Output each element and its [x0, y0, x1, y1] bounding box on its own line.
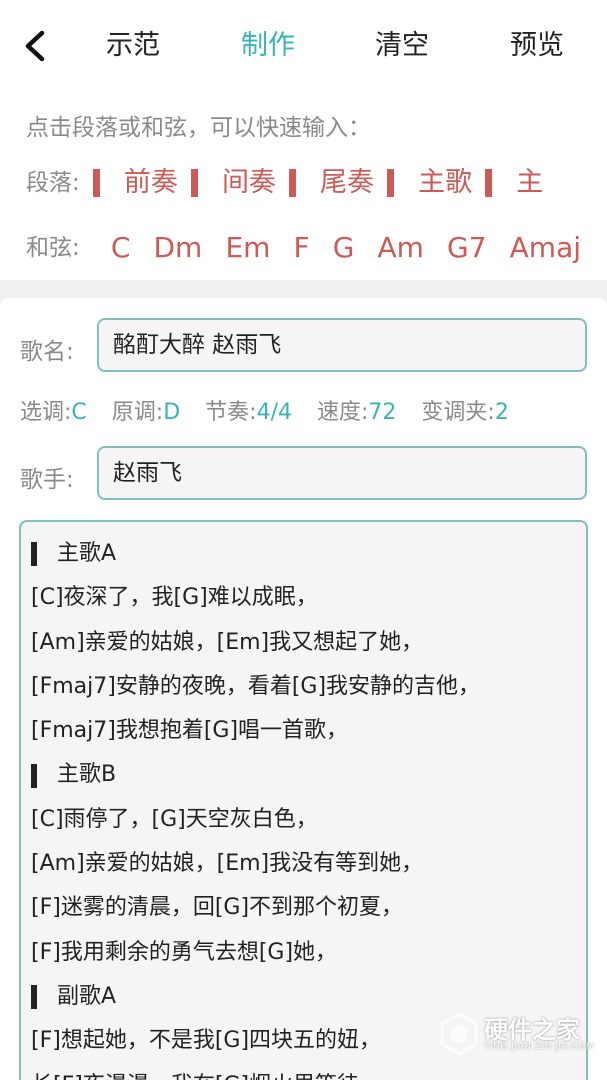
- segment-button[interactable]: 前奏: [124, 161, 178, 205]
- lyric-section-header: 主歌A: [31, 532, 576, 576]
- tab-make[interactable]: 制作: [241, 26, 295, 66]
- singer-label: 歌手:: [20, 467, 74, 493]
- segment-marker-icon: [387, 168, 395, 197]
- segment-button[interactable]: 主: [516, 161, 543, 205]
- lyric-line: [Fmaj7]我想抱着[G]唱一首歌，: [31, 718, 349, 744]
- chord-button[interactable]: Dm: [154, 225, 203, 271]
- top-bar: 示范 制作 清空 预览: [0, 0, 607, 94]
- lyric-line: [F]我用剩余的勇气去想[G]她，: [31, 939, 338, 965]
- song-meta-row: 选调:C 原调:D 节奏:4/4 速度:72 变调夹:2: [20, 394, 509, 426]
- segment-marker-icon: [485, 168, 493, 197]
- original-key-label: 原调:: [111, 400, 164, 425]
- key-value[interactable]: C: [71, 400, 86, 425]
- original-key-value[interactable]: D: [163, 400, 180, 425]
- quick-input-hint: 点击段落或和弦，可以快速输入：: [26, 115, 371, 141]
- lyric-line: [C]夜深了，我[G]难以成眠，: [31, 585, 318, 611]
- song-name-input[interactable]: 酩酊大醉 赵雨飞: [97, 318, 587, 372]
- segment-button[interactable]: 尾奏: [320, 161, 374, 205]
- song-name-label: 歌名:: [20, 339, 74, 365]
- chord-button[interactable]: Am: [378, 225, 424, 271]
- section-marker-icon: [31, 763, 37, 788]
- watermark-subtitle: YING JIAN ZHI JIA.COM: [484, 1042, 595, 1052]
- tempo-value[interactable]: 72: [368, 400, 396, 425]
- segment-marker-icon: [289, 168, 297, 197]
- chord-button[interactable]: G: [333, 225, 355, 271]
- chord-button[interactable]: G7: [447, 225, 487, 271]
- section-title: 主歌A: [57, 541, 117, 566]
- section-title: 主歌B: [57, 762, 117, 788]
- watermark: 硬件之家 YING JIAN ZHI JIA.COM: [440, 1008, 600, 1070]
- watermark-logo-icon: [440, 1012, 478, 1056]
- beat-value[interactable]: 4/4: [257, 400, 292, 425]
- segment-marker-icon: [190, 168, 198, 197]
- tab-preview[interactable]: 预览: [510, 26, 564, 66]
- singer-input[interactable]: 赵雨飞: [97, 446, 587, 500]
- lyric-line: [F]迷雾的清晨，回[G]不到那个初夏，: [31, 895, 404, 921]
- song-form-panel: 歌名: 酩酊大醉 赵雨飞 选调:C 原调:D 节奏:4/4 速度:72 变调夹:…: [0, 298, 607, 1080]
- beat-label: 节奏:: [205, 400, 257, 425]
- lyrics-editor[interactable]: 主歌A [C]夜深了，我[G]难以成眠， [Am]亲爱的姑娘，[Em]我又想起了她，…: [19, 520, 588, 1080]
- chord-label: 和弦:: [26, 234, 80, 261]
- capo-label: 变调夹:: [421, 400, 495, 425]
- tab-clear[interactable]: 清空: [375, 26, 429, 66]
- section-marker-icon: [31, 985, 37, 1010]
- capo-value[interactable]: 2: [495, 400, 509, 425]
- back-arrow-icon[interactable]: [18, 28, 54, 64]
- segment-row: 段落: 前奏 间奏 尾奏 主歌 主: [26, 160, 543, 204]
- quick-input-panel: 点击段落或和弦，可以快速输入： 段落: 前奏 间奏 尾奏 主歌 主 和弦: C …: [0, 94, 607, 280]
- lyric-line: [Fmaj7]安静的夜晚，看着[G]我安静的吉他，: [31, 673, 481, 699]
- section-marker-icon: [31, 542, 37, 567]
- tab-demo[interactable]: 示范: [106, 26, 160, 66]
- chord-button[interactable]: C: [111, 225, 131, 271]
- lyric-line: [Am]亲爱的姑娘，[Em]我没有等到她，: [31, 851, 424, 877]
- lyric-section-header: 主歌B: [31, 753, 576, 797]
- chord-button[interactable]: Amaj: [510, 225, 581, 271]
- chord-button[interactable]: F: [294, 225, 310, 271]
- section-title: 副歌A: [57, 983, 117, 1009]
- lyric-line: [Am]亲爱的姑娘，[Em]我又想起了她，: [31, 629, 424, 655]
- lyric-line: [C]雨停了，[G]天空灰白色，: [31, 806, 318, 832]
- segment-button[interactable]: 主歌: [418, 161, 472, 205]
- tempo-label: 速度:: [317, 400, 369, 425]
- key-label: 选调:: [20, 400, 72, 425]
- segment-button[interactable]: 间奏: [222, 161, 276, 205]
- watermark-title: 硬件之家: [484, 1016, 580, 1044]
- segment-label: 段落:: [26, 169, 80, 196]
- chord-row: 和弦: C Dm Em F G Am G7 Amaj: [26, 224, 599, 270]
- segment-marker-icon: [92, 168, 100, 197]
- chord-button[interactable]: Em: [225, 225, 270, 271]
